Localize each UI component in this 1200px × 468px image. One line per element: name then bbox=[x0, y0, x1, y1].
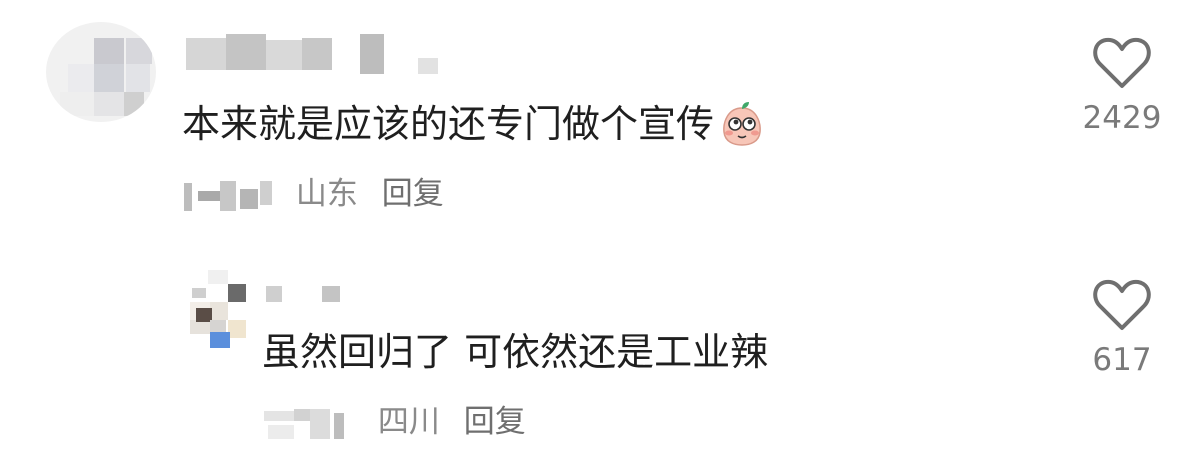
avatar[interactable] bbox=[46, 22, 156, 122]
timestamp-blurred bbox=[182, 179, 276, 213]
like-count: 617 bbox=[1092, 342, 1152, 378]
username-blurred[interactable] bbox=[262, 282, 352, 306]
comment-meta: 山东 回复 bbox=[182, 172, 444, 216]
location-label: 四川 bbox=[377, 404, 440, 440]
avatar[interactable] bbox=[176, 270, 256, 350]
reply-button[interactable]: 回复 bbox=[464, 404, 526, 440]
reply-button[interactable]: 回复 bbox=[382, 176, 444, 212]
heart-outline-icon[interactable] bbox=[1092, 278, 1152, 332]
location-label: 山东 bbox=[295, 176, 358, 212]
like-group: 2429 bbox=[1077, 36, 1167, 138]
blushing-peach-emoji bbox=[718, 100, 766, 148]
comment-item: 本来就是应该的还专门做个宣传 山东 回复 2429 bbox=[0, 0, 1200, 240]
like-group: 617 bbox=[1077, 278, 1167, 380]
timestamp-blurred bbox=[264, 407, 358, 441]
comment-text-content: 本来就是应该的还专门做个宣传 bbox=[182, 102, 715, 146]
username-blurred[interactable] bbox=[186, 34, 446, 78]
comment-text: 虽然回归了 可依然还是工业辣 bbox=[262, 330, 769, 374]
heart-outline-icon[interactable] bbox=[1092, 36, 1152, 90]
comment-meta: 四川 回复 bbox=[264, 400, 526, 444]
comment-text: 本来就是应该的还专门做个宣传 bbox=[182, 100, 766, 151]
like-count: 2429 bbox=[1082, 100, 1162, 136]
